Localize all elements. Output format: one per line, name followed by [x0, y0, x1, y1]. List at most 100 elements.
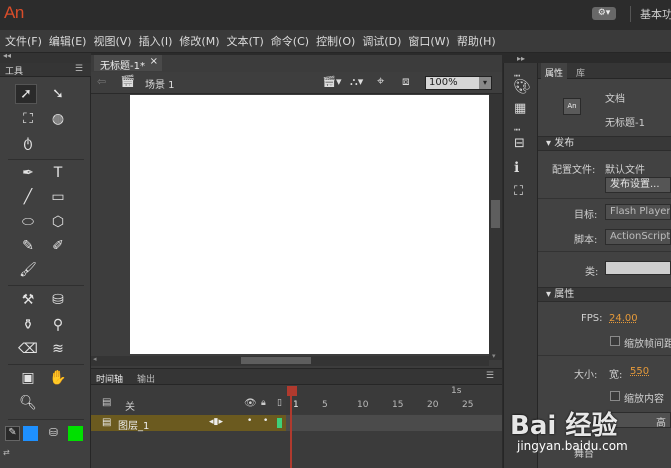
lock-icon[interactable]: 🔒︎: [261, 398, 266, 408]
layer-name[interactable]: 图层_1: [118, 417, 149, 432]
color-palette-icon[interactable]: 🎨︎: [513, 79, 531, 95]
scroll-down-arrow-icon[interactable]: ▾: [492, 352, 496, 360]
lasso-tool-icon[interactable]: ტ: [17, 133, 39, 153]
menu-debug[interactable]: 调试(D): [362, 33, 408, 49]
publish-settings-button[interactable]: 发布设置...: [605, 177, 671, 193]
chevron-down-icon: ▾: [546, 138, 555, 149]
swatches-icon[interactable]: ▦: [514, 101, 526, 116]
eraser-tool-icon[interactable]: ⌫: [17, 339, 39, 359]
fps-value[interactable]: 24.00: [609, 313, 638, 324]
paint-brush-tool-icon[interactable]: ✐: [47, 236, 69, 256]
3d-rotation-tool-icon[interactable]: ◍: [47, 109, 69, 129]
menu-edit[interactable]: 编辑(E): [49, 33, 94, 49]
scroll-thumb[interactable]: [491, 200, 500, 228]
width-value[interactable]: 550: [630, 366, 649, 377]
width-tool-icon[interactable]: ≋: [47, 339, 69, 359]
center-stage-icon[interactable]: ⌖: [377, 74, 384, 89]
eye-icon[interactable]: 👁︎: [244, 398, 257, 409]
stroke-color-swatch[interactable]: [23, 426, 38, 441]
edit-scene-icon[interactable]: 🎬︎▾: [322, 75, 342, 88]
close-icon[interactable]: ×: [150, 56, 158, 67]
ink-bottle-tool-icon[interactable]: ⚱: [17, 315, 39, 335]
vertical-scrollbar[interactable]: ▾: [489, 94, 502, 360]
stroke-pencil-icon[interactable]: ✎: [5, 426, 20, 441]
scale-interval-checkbox[interactable]: [610, 336, 620, 346]
visibility-dot-icon[interactable]: •: [247, 416, 252, 426]
baidu-watermark: Bai 经验: [510, 411, 618, 441]
fps-label: FPS:: [581, 313, 603, 324]
script-select[interactable]: ActionScript 3: [605, 229, 671, 245]
tab-timeline[interactable]: 时间轴: [96, 372, 123, 385]
menu-control[interactable]: 控制(O): [316, 33, 362, 49]
layer-row[interactable]: ▤ 图层_1 ◂▮▸ • •: [91, 415, 286, 432]
scene-name[interactable]: 场景 1: [145, 76, 175, 91]
horizontal-scrollbar[interactable]: ◂: [91, 355, 489, 366]
menu-view[interactable]: 视图(V): [93, 33, 138, 49]
publish-section-header[interactable]: ▾ 发布: [538, 136, 671, 151]
pen-tool-icon[interactable]: ✒: [17, 163, 39, 183]
bone-tool-icon[interactable]: ⚒: [17, 290, 39, 310]
menu-text[interactable]: 文本(T): [226, 33, 270, 49]
tab-library[interactable]: 库: [576, 66, 585, 79]
playhead[interactable]: [290, 386, 296, 468]
panel-menu-icon[interactable]: ☰: [75, 64, 83, 74]
class-input[interactable]: [605, 261, 671, 275]
info-icon[interactable]: ℹ: [514, 160, 519, 176]
fill-bucket-icon[interactable]: ⛁: [46, 426, 61, 441]
back-arrow-icon[interactable]: ⇦: [97, 75, 106, 88]
advanced-button[interactable]: 高: [608, 412, 671, 429]
menu-commands[interactable]: 命令(C): [271, 33, 316, 49]
app-logo: An: [4, 3, 24, 22]
paint-bucket-tool-icon[interactable]: ⛁: [47, 290, 69, 310]
document-tab[interactable]: 无标题-1* ×: [94, 55, 162, 72]
collapse-icon[interactable]: ▸▸: [517, 54, 525, 63]
properties-section-header[interactable]: ▾ 属性: [538, 287, 671, 302]
menu-help[interactable]: 帮助(H): [457, 33, 503, 49]
text-tool-icon[interactable]: T: [47, 163, 69, 183]
menu-window[interactable]: 窗口(W): [408, 33, 456, 49]
menu-modify[interactable]: 修改(M): [179, 33, 226, 49]
pencil-tool-icon[interactable]: ✎: [17, 236, 39, 256]
outline-color-swatch[interactable]: [277, 418, 282, 428]
menu-insert[interactable]: 插入(I): [139, 33, 180, 49]
frame-ruler[interactable]: 1s 1 5 10 15 20 25: [286, 386, 502, 414]
menu-file[interactable]: 文件(F): [5, 33, 49, 49]
clip-stage-icon[interactable]: ⧈: [402, 74, 410, 89]
free-transform-tool-icon[interactable]: ⛶: [17, 109, 39, 129]
layer-controls-icon[interactable]: ◂▮▸: [209, 417, 223, 427]
chevron-down-icon[interactable]: ▾: [479, 77, 491, 89]
fill-color-swatch[interactable]: [68, 426, 83, 441]
align-icon[interactable]: ⊟: [514, 136, 525, 151]
workspace-switcher[interactable]: 基本功: [640, 6, 671, 22]
line-tool-icon[interactable]: ╱: [17, 187, 39, 207]
transform-icon[interactable]: ⛶: [514, 184, 523, 199]
tab-properties[interactable]: 属性: [541, 63, 568, 79]
zoom-tool-icon[interactable]: 🔍︎: [17, 393, 39, 413]
selection-tool-icon[interactable]: ➚: [15, 84, 37, 104]
target-select[interactable]: Flash Player 2: [605, 204, 671, 220]
oval-tool-icon[interactable]: ⬭: [17, 212, 39, 232]
rectangle-tool-icon[interactable]: ▭: [47, 187, 69, 207]
stage-canvas[interactable]: [130, 95, 489, 354]
scale-interval-label: 缩放帧间距: [624, 339, 671, 350]
eyedropper-tool-icon[interactable]: ⚲: [47, 315, 69, 335]
hand-tool-icon[interactable]: ✋: [47, 368, 69, 388]
tab-output[interactable]: 输出: [137, 372, 155, 385]
sync-settings-icon[interactable]: ⚙▾: [592, 7, 616, 20]
panel-menu-icon[interactable]: ☰: [486, 371, 494, 381]
brush-tool-icon[interactable]: 🖌: [17, 260, 39, 280]
scroll-thumb[interactable]: [241, 357, 311, 364]
layer-frames[interactable]: [286, 415, 502, 431]
scroll-left-arrow-icon[interactable]: ◂: [93, 355, 97, 363]
subselection-tool-icon[interactable]: ➘: [47, 84, 69, 104]
tools-collapse-strip[interactable]: ◂◂: [0, 51, 91, 63]
lock-dot-icon[interactable]: •: [263, 416, 268, 426]
edit-symbols-icon[interactable]: ⛬▾: [350, 75, 363, 89]
outline-icon[interactable]: ▯: [277, 398, 282, 408]
swap-colors-icon[interactable]: ⇄: [3, 448, 15, 458]
camera-tool-icon[interactable]: ▣: [17, 368, 39, 388]
playhead-handle[interactable]: [287, 386, 297, 396]
scale-content-checkbox[interactable]: [610, 391, 620, 401]
polystar-tool-icon[interactable]: ⬡: [47, 212, 69, 232]
zoom-select[interactable]: 100% ▾: [425, 76, 492, 90]
